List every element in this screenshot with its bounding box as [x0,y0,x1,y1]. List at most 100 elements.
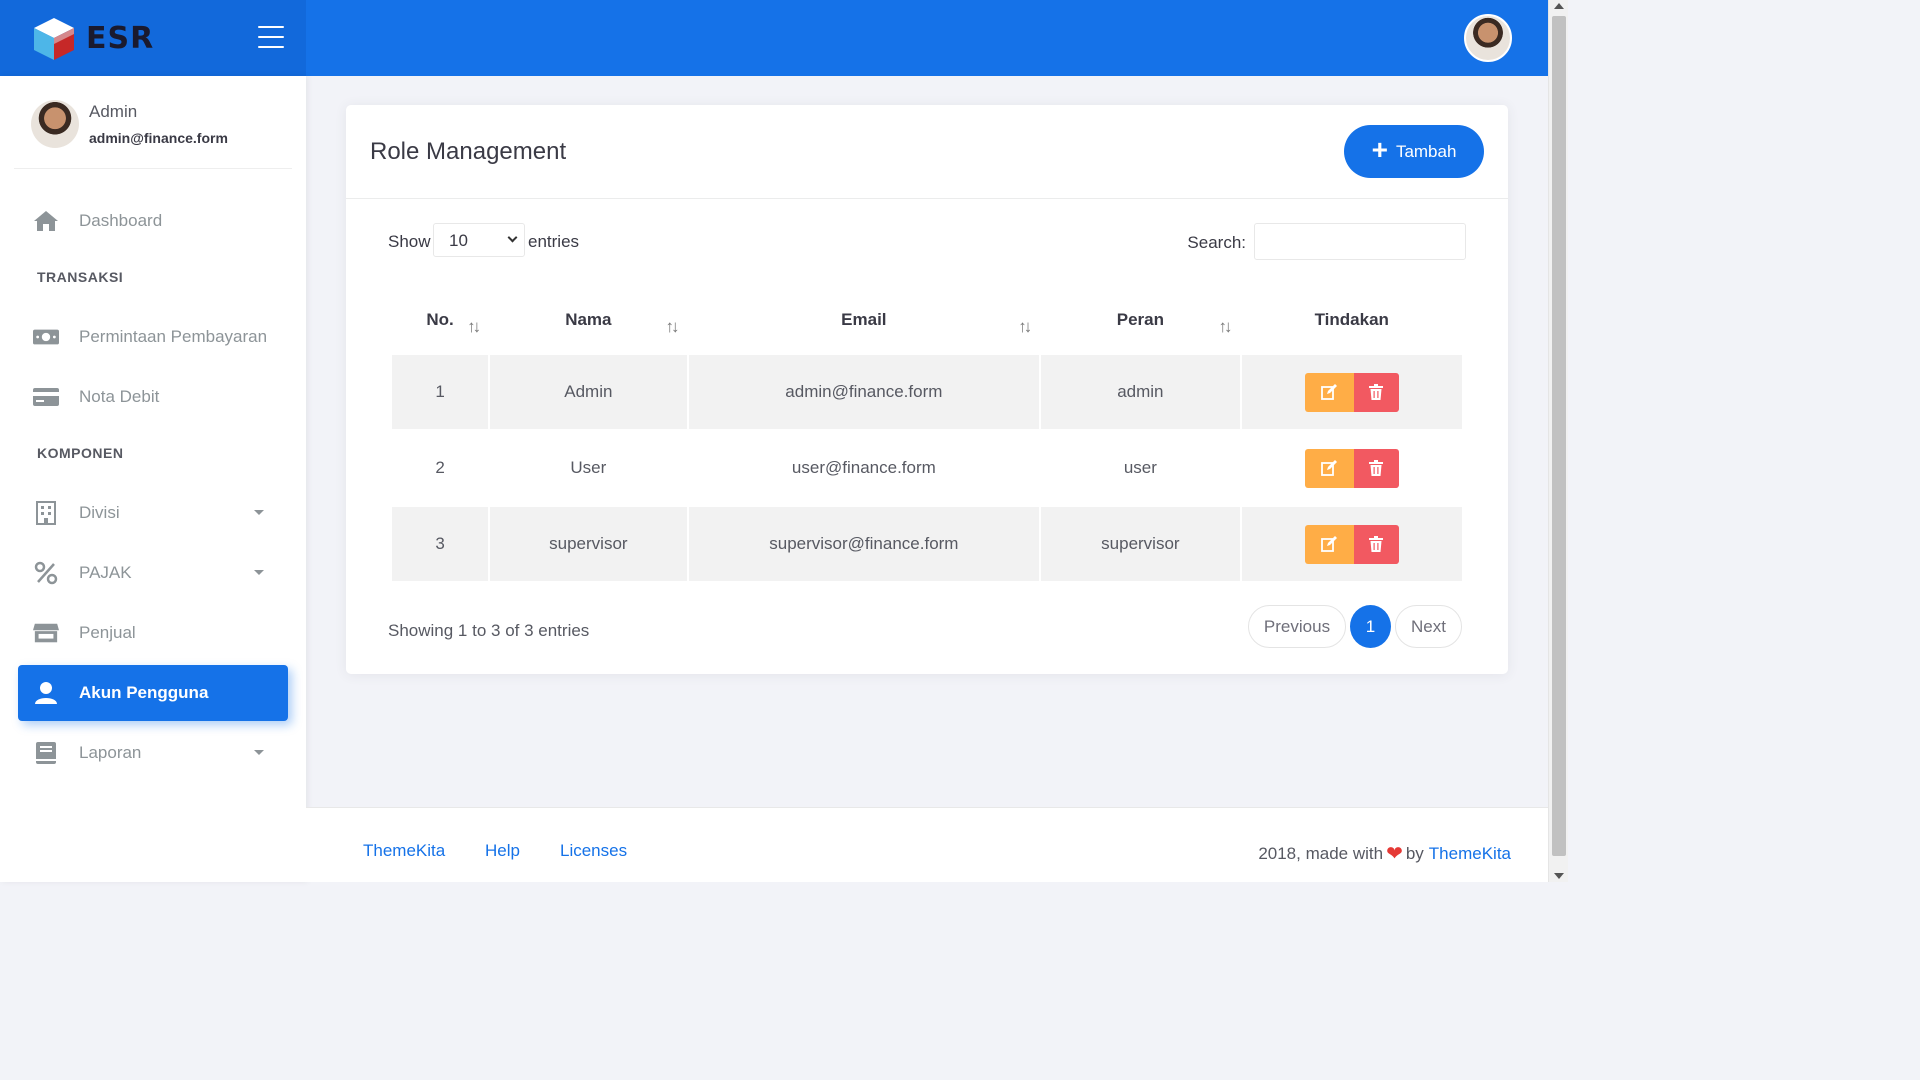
table-header-row: No. ↑↓ Nama ↑↓ Email ↑↓ Peran ↑↓ Tindakan [392,287,1462,353]
cell-email: user@finance.form [791,458,936,477]
scrollbar[interactable] [1548,0,1568,882]
top-navbar: ESR [0,0,1548,76]
chevron-down-icon [254,510,264,515]
cell-peran: supervisor [1041,507,1240,581]
delete-button[interactable] [1353,524,1399,564]
sidebar-item-label: Divisi [79,503,120,522]
edit-button[interactable] [1304,524,1354,564]
trash-icon [1369,384,1384,400]
table-row: 3 supervisor supervisor@finance.form sup… [392,507,1462,581]
cell-no: 1 [392,355,489,429]
plus-icon: + [1371,134,1388,165]
column-header-email[interactable]: Email ↑↓ [689,287,1040,353]
sidebar-item-dashboard[interactable]: Dashboard [18,193,288,249]
page-size-value: 10 [449,231,468,250]
scroll-thumb[interactable] [1552,16,1566,856]
scroll-down-icon[interactable] [1554,873,1564,879]
percent-icon [33,560,59,586]
home-icon [33,208,59,234]
footer-link-help[interactable]: Help [485,841,520,861]
table-row: 1 Admin admin@finance.form admin [392,355,1462,429]
sort-icon: ↑↓ [1218,317,1233,336]
footer-credit: 2018, made with ❤ by ThemeKita [1258,841,1511,866]
profile-avatar[interactable] [1464,14,1512,62]
sidebar-item-akun-pengguna[interactable]: Akun Pengguna [18,665,288,721]
cell-nama: User [570,458,607,477]
column-header-peran[interactable]: Peran ↑↓ [1041,287,1239,353]
sidebar-item-label: Akun Pengguna [79,683,209,702]
credit-text: 2018, made with [1258,843,1384,863]
cell-email: supervisor@finance.form [688,507,1040,581]
credit-by: by [1405,843,1424,863]
sort-icon: ↑↓ [1018,317,1032,336]
column-header-tindakan: Tindakan [1314,310,1389,329]
sidebar-item-label: Dashboard [79,211,163,230]
cell-peran: user [1123,458,1157,477]
edit-button[interactable] [1304,372,1354,412]
sidebar-item-label: Penjual [79,623,136,642]
footer-link-licenses[interactable]: Licenses [560,841,627,861]
page-size-select[interactable]: 10 [433,223,525,257]
sidebar-item-pajak[interactable]: PAJAK [18,545,288,601]
table-row: 2 User user@finance.form user [392,431,1462,505]
scroll-up-icon[interactable] [1554,3,1564,9]
column-header-nama[interactable]: Nama ↑↓ [490,287,686,353]
chevron-down-icon [254,750,264,755]
card-header: Role Management + Tambah [346,105,1508,199]
cell-actions [1241,355,1462,429]
delete-button[interactable] [1353,372,1399,412]
edit-button[interactable] [1304,448,1354,488]
sidebar-item-label: Nota Debit [79,387,160,406]
cell-peran: admin [1041,355,1240,429]
heart-icon: ❤ [1386,843,1403,865]
avatar [31,100,79,148]
chevron-down-icon [254,570,264,575]
pagination: Previous 1 Next [1244,605,1462,648]
building-icon [33,500,59,526]
edit-icon [1321,384,1338,400]
role-management-card: Role Management + Tambah Show 10 entries… [346,105,1508,674]
sidebar-item-laporan[interactable]: Laporan [18,725,288,781]
money-icon [33,324,59,350]
trash-icon [1369,460,1384,476]
sidebar: Admin admin@finance.form Dashboard TRANS… [0,76,306,882]
sidebar-nav: Dashboard TRANSAKSI Permintaan Pembayara… [0,193,306,781]
show-label: Show [388,232,431,251]
credit-card-icon [33,384,59,410]
cell-no: 2 [435,458,445,477]
sidebar-item-nota-debit[interactable]: Nota Debit [18,369,288,425]
cell-actions [1242,431,1462,505]
sidebar-user[interactable]: Admin admin@finance.form [14,76,292,169]
search-label: Search: [1187,233,1246,252]
section-transaksi: TRANSAKSI [37,269,124,285]
delete-button[interactable] [1353,448,1399,488]
sidebar-item-divisi[interactable]: Divisi [18,485,288,541]
sidebar-item-label: Permintaan Pembayaran [79,327,268,346]
previous-page-button[interactable]: Previous [1248,605,1346,648]
add-button[interactable]: + Tambah [1344,125,1484,178]
menu-toggle-button[interactable] [258,26,284,48]
edit-icon [1321,460,1338,476]
sort-icon: ↑↓ [665,317,680,336]
edit-icon [1321,536,1338,552]
column-header-no[interactable]: No. ↑↓ [392,287,488,353]
user-name: Admin [89,102,138,121]
sidebar-item-label: PAJAK [79,563,132,582]
next-page-button[interactable]: Next [1395,605,1462,648]
book-icon [33,740,59,766]
cell-actions [1241,507,1462,581]
search-input[interactable] [1254,223,1466,260]
sidebar-item-permintaan-pembayaran[interactable]: Permintaan Pembayaran [18,309,288,365]
chevron-down-icon [507,232,518,243]
logo-area: ESR [0,0,306,76]
sidebar-item-penjual[interactable]: Penjual [18,605,288,661]
page-1-button[interactable]: 1 [1350,605,1391,648]
footer-link-themekita[interactable]: ThemeKita [363,841,445,861]
cell-no: 3 [392,507,489,581]
cell-nama: supervisor [490,507,687,581]
cell-email: admin@finance.form [688,355,1040,429]
brand-name: ESR [86,20,155,56]
logo-cube-icon [34,18,74,60]
page-title: Role Management [370,137,567,165]
credit-link[interactable]: ThemeKita [1429,844,1511,864]
